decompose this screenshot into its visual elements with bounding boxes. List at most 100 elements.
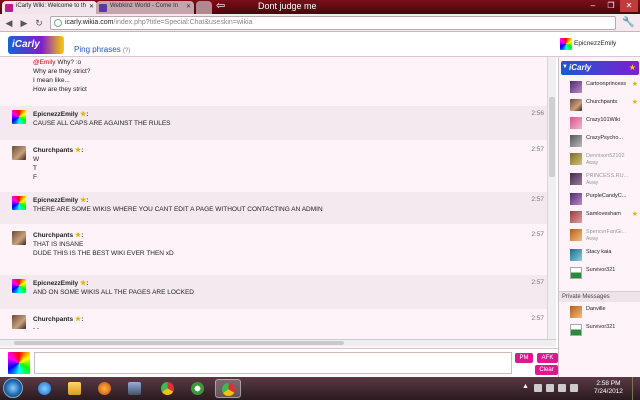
message-username[interactable]: Churchpants ★: <box>33 231 83 239</box>
message-username[interactable]: EpicnezzEmily ★: <box>33 196 88 204</box>
star-icon: ★ <box>74 147 82 154</box>
avatar <box>570 99 582 111</box>
taskbar-chrome[interactable] <box>155 379 181 398</box>
user-name: Dennison52102 <box>586 153 625 159</box>
user-name: CrazyPsycho... <box>586 135 623 141</box>
user-name: PRINCESS.RU... <box>586 173 629 179</box>
message-list: @Emily Why? :o Why are they strict? I me… <box>0 57 556 360</box>
chat-header: iCarly Ping phrases (?) EpicnezzEmily <box>0 32 640 57</box>
avatar <box>570 249 582 261</box>
user-list-header[interactable]: ▼ iCarly ★ <box>561 61 639 75</box>
new-tab-button[interactable] <box>196 1 212 14</box>
private-message-item[interactable]: Danville <box>561 304 639 322</box>
avatar[interactable] <box>12 279 26 293</box>
horizontal-scrollbar[interactable] <box>0 339 556 346</box>
message-composer: PM AFK Clear <box>0 348 560 377</box>
user-name: Churchpants <box>586 99 618 105</box>
message-time: 2:57 <box>531 146 544 153</box>
message-username[interactable]: EpicnezzEmily ★: <box>33 110 88 118</box>
taskbar-chrome-active[interactable] <box>215 379 241 398</box>
scrollbar-thumb[interactable] <box>14 341 344 345</box>
taskbar-app[interactable] <box>122 379 148 398</box>
avatar[interactable] <box>12 146 26 160</box>
message-username[interactable]: EpicnezzEmily ★: <box>33 279 88 287</box>
start-button[interactable] <box>3 378 23 398</box>
forward-icon[interactable]: ▶ <box>18 17 30 29</box>
wrench-icon[interactable]: 🔧 <box>622 17 634 28</box>
user-list-item[interactable]: PurpleCandyC... <box>561 191 639 209</box>
url-input[interactable]: icarly.wikia.com/index.php?title=Special… <box>50 16 616 30</box>
volume-icon[interactable] <box>546 384 554 392</box>
user-list-item[interactable]: Stacy kaia <box>561 247 639 265</box>
close-tab-icon[interactable]: ✕ <box>186 3 191 10</box>
avatar[interactable] <box>12 231 26 245</box>
close-window-icon[interactable]: ✕ <box>620 0 638 12</box>
avatar <box>570 117 582 129</box>
reload-icon[interactable]: ↻ <box>33 17 45 29</box>
user-list-item[interactable]: Dennison52102 Away <box>561 151 639 169</box>
user-name: Danville <box>586 306 606 312</box>
tray-app-icon[interactable] <box>570 384 578 392</box>
user-name: PurpleCandyC... <box>586 193 627 199</box>
message-username[interactable]: Churchpants ★: <box>33 315 83 323</box>
user-list-item[interactable]: SpencerFanGi... Away <box>561 227 639 245</box>
clear-button[interactable]: Clear <box>535 365 558 375</box>
message-list-scrollbar[interactable] <box>547 57 556 339</box>
rail-logo: iCarly <box>569 63 592 72</box>
tab-icarly-wiki[interactable]: iCarly Wiki: Welcome to th ✕ <box>2 1 97 14</box>
private-message-item[interactable]: Survivor321 <box>561 322 639 340</box>
user-name: SpencerFanGi... <box>586 229 627 235</box>
user-list-item[interactable]: Cartoonprincess ★ <box>561 79 639 97</box>
avatar[interactable] <box>12 196 26 210</box>
star-icon: ★ <box>631 81 638 88</box>
taskbar-internet-explorer[interactable] <box>32 379 58 398</box>
url-path: /index.php?title=Special:Chat&useskin=wi… <box>113 19 253 26</box>
user-list-item[interactable]: Churchpants ★ <box>561 97 639 115</box>
scrollbar-thumb[interactable] <box>549 97 555 177</box>
collapse-icon[interactable]: ▼ <box>562 64 568 70</box>
pm-button[interactable]: PM <box>515 353 533 363</box>
star-icon: ★ <box>79 197 87 204</box>
wiki-logo[interactable]: iCarly <box>8 36 64 54</box>
avatar <box>570 306 582 318</box>
webkinz-favicon-icon <box>99 4 107 12</box>
annotation-text: Dont judge me <box>258 1 317 11</box>
network-icon[interactable] <box>534 384 542 392</box>
user-list-item[interactable]: Survivor321 <box>561 265 639 283</box>
afk-button[interactable]: AFK <box>537 353 558 363</box>
avatar[interactable] <box>12 110 26 124</box>
taskbar-utorrent[interactable] <box>185 379 211 398</box>
ping-phrases-link[interactable]: Ping phrases (?) <box>74 45 130 54</box>
message-text: - - <box>33 325 40 332</box>
avatar <box>570 153 582 165</box>
back-icon[interactable]: ◀ <box>3 17 15 29</box>
clock-date: 7/24/2012 <box>594 388 623 395</box>
user-list-item[interactable]: PRINCESS.RU... Away <box>561 171 639 189</box>
clock-time: 2:58 PM <box>596 380 621 387</box>
system-clock[interactable]: 2:58 PM 7/24/2012 <box>594 380 623 396</box>
taskbar-explorer[interactable] <box>62 379 88 398</box>
maximize-icon[interactable]: ❐ <box>602 0 620 12</box>
show-hidden-icons[interactable]: ▲ <box>522 383 529 390</box>
user-list-item[interactable]: CrazyPsycho... <box>561 133 639 151</box>
battery-icon[interactable] <box>558 384 566 392</box>
close-tab-icon[interactable]: ✕ <box>89 3 94 10</box>
chrome-icon <box>222 383 235 396</box>
minimize-icon[interactable]: – <box>584 0 602 12</box>
message-username[interactable]: Churchpants ★: <box>33 146 83 154</box>
tab-webkinz[interactable]: Webkinz World - Come In ✕ <box>96 1 194 14</box>
show-desktop-button[interactable] <box>632 377 640 400</box>
user-name: Cartoonprincess <box>586 81 627 87</box>
avatar[interactable] <box>12 315 26 329</box>
avatar <box>570 193 582 205</box>
message-text: CAUSE ALL CAPS ARE AGAINST THE RULES <box>33 120 171 127</box>
away-status: Away <box>586 180 599 186</box>
current-user[interactable]: EpicnezzEmily <box>560 38 638 52</box>
internet-explorer-icon <box>38 382 51 395</box>
away-status: Away <box>586 160 599 166</box>
message-input[interactable] <box>34 352 512 374</box>
taskbar-media[interactable] <box>92 379 118 398</box>
ping-phrases-count: (?) <box>122 48 131 54</box>
user-list-item[interactable]: Samlovesham ★ <box>561 209 639 227</box>
user-list-item[interactable]: Crazy101Wiki <box>561 115 639 133</box>
